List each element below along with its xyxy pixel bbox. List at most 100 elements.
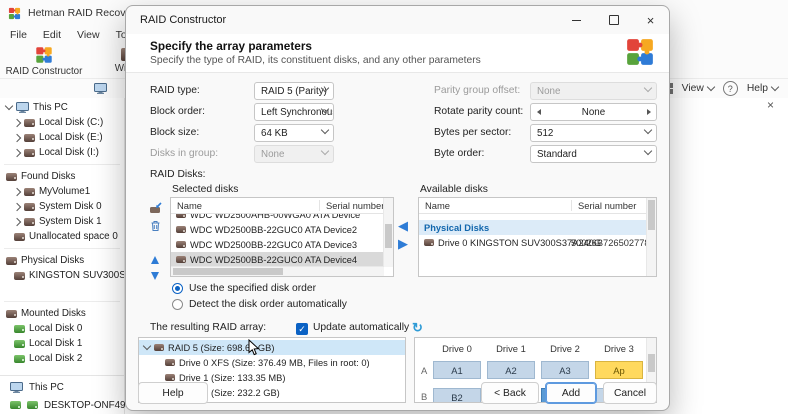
column-serial-number[interactable]: Serial number xyxy=(571,200,656,211)
column-name[interactable]: Name xyxy=(171,200,319,211)
spinner-decrement-button[interactable] xyxy=(531,104,546,120)
sidebar-item-this-pc[interactable]: This PC xyxy=(0,100,124,115)
help-dropdown[interactable]: Help xyxy=(747,83,778,94)
statusbar-this-pc[interactable]: This PC xyxy=(0,378,124,396)
raid-type-select[interactable]: RAID 5 (Parity) xyxy=(254,82,334,100)
disk-icon xyxy=(424,239,434,246)
chevron-right-icon[interactable] xyxy=(13,133,21,141)
radio-detect-order-automatically[interactable]: Detect the disk order automatically xyxy=(172,299,347,310)
disk-icon xyxy=(14,233,25,241)
monitor-icon[interactable] xyxy=(94,83,107,94)
byte-order-value: Standard xyxy=(537,149,577,160)
list-item[interactable]: WDC WD2500AHB-00WGA0 ATA Device xyxy=(171,214,384,222)
up-arrow-icon xyxy=(151,256,159,264)
block-order-select[interactable]: Left Synchronous xyxy=(254,103,334,121)
vertical-scrollbar[interactable] xyxy=(383,198,393,267)
list-item[interactable]: WDC WD2500BB-22GUC0 ATA Device3 xyxy=(171,237,384,252)
sidebar-item-myvolume1[interactable]: MyVolume1 xyxy=(0,184,124,199)
sidebar-item-local-disk-1[interactable]: Local Disk 1 xyxy=(0,336,124,351)
bytes-per-sector-select[interactable]: 512 xyxy=(530,124,657,142)
maximize-button[interactable] xyxy=(595,6,632,34)
disk-icon xyxy=(165,359,175,366)
remove-disk-button[interactable] xyxy=(147,218,163,234)
scrollbar-thumb[interactable] xyxy=(385,224,392,248)
chevron-right-icon[interactable] xyxy=(13,118,21,126)
add-disk-button[interactable] xyxy=(147,200,163,216)
tree-item-raid5[interactable]: RAID 5 (Size: 698.66 GB) xyxy=(139,340,405,355)
menu-view[interactable]: View xyxy=(69,27,108,43)
disk-serial: 50026B726502778E xyxy=(571,238,656,248)
view-dropdown[interactable]: View xyxy=(682,83,714,94)
chevron-down-icon[interactable] xyxy=(5,102,13,110)
sidebar-group-found-disks[interactable]: Found Disks xyxy=(0,169,124,184)
raid-constructor-label: RAID Constructor xyxy=(6,66,83,77)
update-automatically-label[interactable]: Update automatically xyxy=(313,319,409,337)
scrollbar-thumb[interactable] xyxy=(648,200,655,230)
dialog-titlebar[interactable]: RAID Constructor × xyxy=(126,6,669,34)
sidebar-group-physical-disks[interactable]: Physical Disks xyxy=(0,253,124,268)
raid-constructor-button[interactable]: RAID Constructor xyxy=(2,44,86,78)
sidebar-label: Unallocated space 0 xyxy=(29,231,118,242)
close-filter-icon[interactable]: × xyxy=(767,98,774,112)
close-icon: × xyxy=(647,13,655,28)
minimize-button[interactable] xyxy=(558,6,595,34)
resulting-array-label: The resulting RAID array: xyxy=(150,319,266,337)
radio-use-specified-order[interactable]: Use the specified disk order xyxy=(172,283,316,294)
sidebar-item-local-disk-2[interactable]: Local Disk 2 xyxy=(0,351,124,366)
trash-icon xyxy=(150,220,161,232)
back-button[interactable]: < Back xyxy=(481,382,539,404)
help-button[interactable]: Help xyxy=(138,382,208,404)
sidebar-group-mounted-disks[interactable]: Mounted Disks xyxy=(0,306,124,321)
sidebar-item-local-disk-0[interactable]: Local Disk 0 xyxy=(0,321,124,336)
move-to-selected-button[interactable]: ◀ xyxy=(398,219,408,232)
byte-order-label: Byte order: xyxy=(434,145,484,163)
column-serial-number[interactable]: Serial number xyxy=(319,200,393,211)
block-size-select[interactable]: 64 KB xyxy=(254,124,334,142)
chevron-down-icon xyxy=(644,147,652,155)
sidebar-item-local-disk-e[interactable]: Local Disk (E:) xyxy=(0,130,124,145)
vertical-scrollbar[interactable] xyxy=(646,198,656,276)
grid-cell: A1 xyxy=(433,361,481,379)
chevron-right-icon[interactable] xyxy=(13,148,21,156)
sidebar-item-system-disk-1[interactable]: System Disk 1 xyxy=(0,214,124,229)
statusbar-computer-name[interactable]: DESKTOP-ONF4948 xyxy=(0,396,124,414)
sidebar-item-local-disk-i[interactable]: Local Disk (I:) xyxy=(0,145,124,160)
available-disks-caption: Available disks xyxy=(420,184,488,195)
update-automatically-checkbox[interactable]: ✓ xyxy=(296,323,308,335)
menu-file[interactable]: File xyxy=(2,27,35,43)
move-up-button[interactable] xyxy=(147,252,163,268)
add-button[interactable]: Add xyxy=(545,382,597,404)
sidebar-item-system-disk-0[interactable]: System Disk 0 xyxy=(0,199,124,214)
cancel-button[interactable]: Cancel xyxy=(603,382,657,404)
question-icon[interactable]: ? xyxy=(723,81,738,96)
chevron-down-icon[interactable] xyxy=(143,342,151,350)
sidebar-label: System Disk 0 xyxy=(39,201,102,212)
chevron-right-icon[interactable] xyxy=(13,202,21,210)
tree-label: Drive 0 XFS (Size: 376.49 MB, Files in r… xyxy=(179,358,370,368)
sidebar-item-local-disk-c[interactable]: Local Disk (C:) xyxy=(0,115,124,130)
disk-icon xyxy=(14,272,25,280)
move-down-button[interactable] xyxy=(147,268,163,284)
group-row-physical-disks[interactable]: Physical Disks xyxy=(419,220,647,235)
column-name[interactable]: Name xyxy=(419,200,571,211)
list-item[interactable]: WDC WD2500BB-22GUC0 ATA Device2 xyxy=(171,222,384,237)
sidebar-label: Local Disk 1 xyxy=(29,338,82,349)
horizontal-scrollbar[interactable] xyxy=(171,266,384,276)
chevron-right-icon[interactable] xyxy=(13,187,21,195)
close-button[interactable]: × xyxy=(632,6,669,34)
list-item-selected[interactable]: WDC WD2500BB-22GUC0 ATA Device4 xyxy=(171,252,384,267)
left-arrow-icon xyxy=(537,109,541,115)
chevron-right-icon[interactable] xyxy=(13,217,21,225)
scrollbar-thumb[interactable] xyxy=(648,354,655,372)
spinner-increment-button[interactable] xyxy=(641,104,656,120)
scrollbar-thumb[interactable] xyxy=(173,268,283,275)
move-to-available-button[interactable]: ▶ xyxy=(398,237,408,250)
sidebar-item-unallocated-space-0[interactable]: Unallocated space 0 xyxy=(0,229,124,244)
byte-order-select[interactable]: Standard xyxy=(530,145,657,163)
refresh-icon[interactable]: ↻ xyxy=(412,320,423,336)
sidebar-item-kingston[interactable]: KINGSTON SUV300S37... xyxy=(0,268,124,283)
tree-item-drive-0[interactable]: Drive 0 XFS (Size: 376.49 MB, Files in r… xyxy=(139,355,405,370)
list-item[interactable]: Drive 0 KINGSTON SUV300S37A240G 50026B72… xyxy=(419,235,647,250)
sidebar-label: Physical Disks xyxy=(21,255,84,266)
menu-edit[interactable]: Edit xyxy=(35,27,69,43)
